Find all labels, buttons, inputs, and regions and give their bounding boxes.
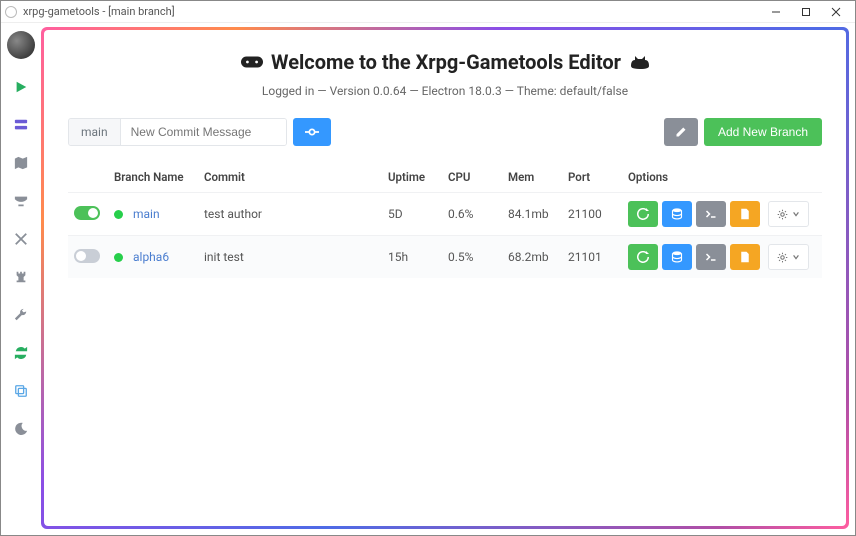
- table-row: main test author 5D 0.6% 84.1mb 21100: [68, 193, 822, 236]
- commit-input-group: main: [68, 118, 287, 146]
- terminal-button[interactable]: [696, 201, 726, 227]
- th-uptime: Uptime: [382, 162, 442, 193]
- chess-rook-icon[interactable]: [11, 267, 31, 287]
- maximize-button[interactable]: [791, 2, 821, 22]
- play-icon[interactable]: [11, 77, 31, 97]
- subtitle: Logged in — Version 0.0.64 — Electron 18…: [68, 84, 822, 98]
- port-cell: 21100: [562, 193, 622, 236]
- app-icon: [5, 6, 17, 18]
- terminal-button[interactable]: [696, 244, 726, 270]
- cat-icon: [629, 52, 649, 72]
- th-commit: Commit: [198, 162, 382, 193]
- minimize-button[interactable]: [761, 2, 791, 22]
- page-title-text: Welcome to the Xrpg-Gametools Editor: [271, 50, 621, 74]
- database-button[interactable]: [662, 201, 692, 227]
- cpu-cell: 0.5%: [442, 236, 502, 279]
- database-button[interactable]: [662, 244, 692, 270]
- gradient-frame: Welcome to the Xrpg-Gametools Editor Log…: [41, 27, 849, 529]
- copy-icon[interactable]: [11, 381, 31, 401]
- commit-message-input[interactable]: [121, 119, 286, 145]
- server-icon[interactable]: [11, 115, 31, 135]
- status-dot: [114, 253, 123, 262]
- mem-cell: 68.2mb: [502, 236, 562, 279]
- close-button[interactable]: [821, 2, 851, 22]
- status-dot: [114, 210, 123, 219]
- page-title: Welcome to the Xrpg-Gametools Editor: [241, 50, 649, 74]
- table-row: alpha6 init test 15h 0.5% 68.2mb 21101: [68, 236, 822, 279]
- branch-prefix: main: [69, 119, 121, 145]
- th-cpu: CPU: [442, 162, 502, 193]
- th-options: Options: [622, 162, 822, 193]
- commit-button[interactable]: [293, 118, 331, 146]
- cpu-cell: 0.6%: [442, 193, 502, 236]
- th-branch-name: Branch Name: [108, 162, 198, 193]
- gamepad-icon: [241, 51, 263, 73]
- swords-icon[interactable]: [11, 229, 31, 249]
- avatar[interactable]: [7, 31, 35, 59]
- add-branch-button[interactable]: Add New Branch: [704, 118, 822, 146]
- uptime-cell: 5D: [382, 193, 442, 236]
- row-settings-button[interactable]: [768, 244, 809, 270]
- mem-cell: 84.1mb: [502, 193, 562, 236]
- active-toggle[interactable]: [74, 249, 100, 263]
- edit-button[interactable]: [664, 118, 698, 146]
- port-cell: 21101: [562, 236, 622, 279]
- branches-table: Branch Name Commit Uptime CPU Mem Port O…: [68, 162, 822, 278]
- file-button[interactable]: [730, 244, 760, 270]
- sidebar: [1, 23, 41, 535]
- branch-name[interactable]: main: [133, 207, 160, 221]
- commit-cell: init test: [198, 236, 382, 279]
- titlebar: xrpg-gametools - [main branch]: [1, 1, 855, 23]
- restart-button[interactable]: [628, 244, 658, 270]
- anvil-icon[interactable]: [11, 191, 31, 211]
- window-title: xrpg-gametools - [main branch]: [23, 5, 761, 18]
- th-port: Port: [562, 162, 622, 193]
- commit-cell: test author: [198, 193, 382, 236]
- row-settings-button[interactable]: [768, 201, 809, 227]
- restart-button[interactable]: [628, 201, 658, 227]
- active-toggle[interactable]: [74, 206, 100, 220]
- th-mem: Mem: [502, 162, 562, 193]
- main-panel: Welcome to the Xrpg-Gametools Editor Log…: [44, 30, 846, 526]
- map-icon[interactable]: [11, 153, 31, 173]
- moon-icon[interactable]: [11, 419, 31, 439]
- sync-icon[interactable]: [11, 343, 31, 363]
- uptime-cell: 15h: [382, 236, 442, 279]
- wrench-icon[interactable]: [11, 305, 31, 325]
- file-button[interactable]: [730, 201, 760, 227]
- branch-name[interactable]: alpha6: [133, 250, 169, 264]
